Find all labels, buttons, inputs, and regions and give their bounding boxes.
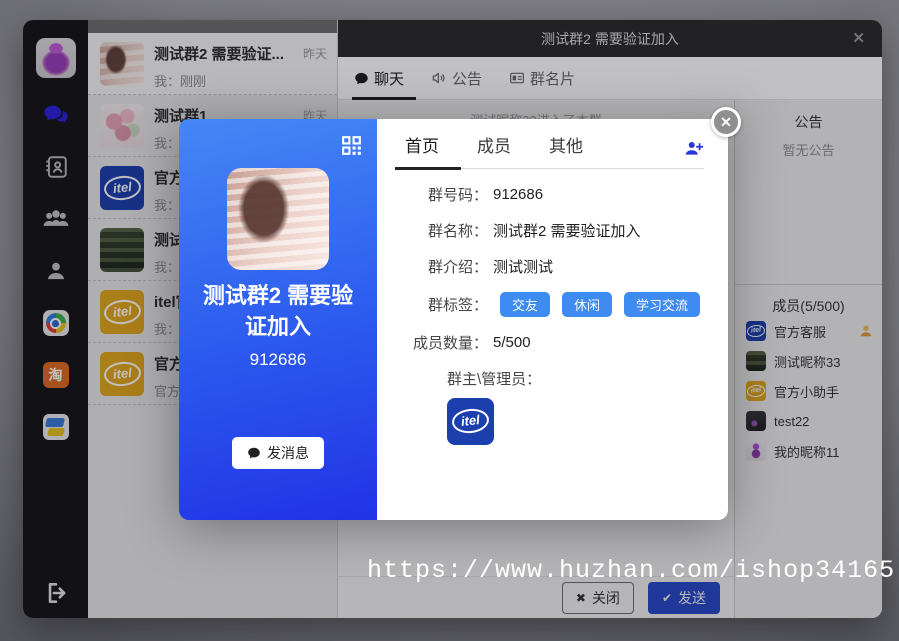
- field-value-group-intro: 测试测试: [493, 256, 553, 277]
- watermark-text: https://www.huzhan.com/ishop34165: [367, 556, 895, 585]
- field-value-group-number: 912686: [493, 186, 543, 203]
- group-card: 测试群2 需要验证加入 912686 发消息: [179, 119, 377, 520]
- qr-code-icon[interactable]: [339, 133, 364, 158]
- close-icon: ✕: [720, 114, 732, 131]
- send-message-button[interactable]: 发消息: [232, 437, 324, 469]
- group-tag[interactable]: 学习交流: [624, 292, 700, 317]
- modal-active-tab-underline: [395, 167, 461, 170]
- modal-tab-bar: 首页 成员 其他: [405, 132, 704, 169]
- owner-label: 群主\管理员：: [447, 368, 704, 389]
- owner-avatar[interactable]: itel: [447, 398, 494, 445]
- group-name: 测试群2 需要验证加入: [179, 281, 377, 343]
- modal-close-button[interactable]: ✕: [711, 107, 741, 137]
- field-label: 群介绍：: [405, 256, 488, 277]
- group-tag[interactable]: 休闲: [562, 292, 612, 317]
- group-fields: 群号码： 912686 群名称： 测试群2 需要验证加入 群介绍： 测试测试 群…: [405, 184, 704, 445]
- tab-members[interactable]: 成员: [477, 132, 511, 157]
- itel-logo: itel: [451, 408, 490, 436]
- field-label: 群标签：: [405, 294, 488, 315]
- group-detail-panel: 首页 成员 其他 群号码： 912686 群名称： 测试群2 需要验证加入: [377, 119, 728, 520]
- message-bubble-icon: [247, 446, 261, 460]
- group-tag[interactable]: 交友: [500, 292, 550, 317]
- group-avatar-large: [227, 168, 329, 270]
- field-label: 群名称：: [405, 220, 488, 241]
- field-value-group-name: 测试群2 需要验证加入: [493, 220, 641, 241]
- tab-home[interactable]: 首页: [405, 132, 439, 157]
- field-label: 成员数量：: [405, 332, 488, 353]
- field-value-member-count: 5/500: [493, 334, 531, 351]
- field-label: 群号码：: [405, 184, 488, 205]
- group-number: 912686: [179, 350, 377, 370]
- group-profile-modal: 测试群2 需要验证加入 912686 发消息 首页 成员 其他 群号码： 91: [179, 119, 728, 520]
- tab-other[interactable]: 其他: [549, 132, 583, 157]
- add-member-icon[interactable]: [683, 138, 704, 159]
- desktop-background: 淘 测试群2 需要验证... 我：刚刚 昨天: [0, 0, 899, 641]
